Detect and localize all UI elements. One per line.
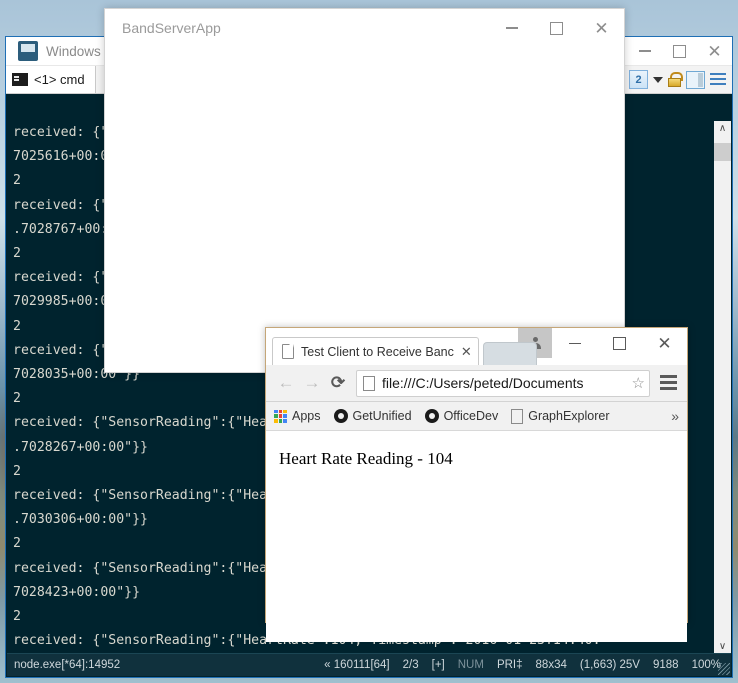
status-tabs: 2/3 (402, 659, 419, 671)
conemu-tab-label: <1> cmd (34, 72, 85, 87)
apps-grid-icon (274, 409, 287, 423)
chrome-toolbar[interactable]: ← → ⟳ file:///C:/Users/peted/Documents ☆ (266, 365, 687, 402)
status-plus: [+] (431, 659, 445, 671)
chrome-maximize-button[interactable] (597, 328, 642, 359)
forward-arrow-icon[interactable]: → (299, 370, 325, 396)
status-num: NUM (457, 659, 484, 671)
conemu-window-controls: ✕ (627, 37, 732, 65)
hamburger-menu-icon[interactable] (710, 73, 726, 86)
conemu-status-bar: node.exe[*64]:14952 « 160111[64] 2/3 [+]… (7, 653, 731, 676)
bookmark-label: OfficeDev (443, 409, 499, 423)
chrome-close-button[interactable]: ✕ (642, 328, 687, 359)
scroll-down-arrow-icon[interactable]: ∨ (719, 639, 726, 654)
bandserverapp-window-title: BandServerApp (122, 20, 221, 36)
bandserverapp-title-bar[interactable]: BandServerApp ✕ (105, 9, 624, 47)
conemu-toolbar[interactable]: 2 (624, 66, 732, 93)
conemu-close-button[interactable]: ✕ (697, 37, 732, 65)
console-scrollbar-thumb[interactable] (714, 143, 731, 161)
bookmark-officedev[interactable]: OfficeDev (424, 409, 499, 423)
page-icon (511, 408, 524, 424)
lock-icon[interactable] (668, 72, 683, 87)
chrome-tab[interactable]: Test Client to Receive Banc ✕ (272, 337, 479, 365)
chrome-page-content: Heart Rate Reading - 104 (266, 431, 687, 642)
scroll-up-arrow-icon[interactable]: ∧ (719, 121, 726, 136)
github-icon (333, 409, 348, 423)
status-pri: PRI‡ (496, 659, 523, 671)
conemu-app-icon (18, 41, 38, 61)
conemu-maximize-button[interactable] (662, 37, 697, 65)
heart-rate-reading-text: Heart Rate Reading - 104 (279, 449, 453, 468)
close-icon[interactable]: ✕ (461, 344, 472, 360)
status-size: 88x34 (535, 659, 567, 671)
conemu-tab-cmd[interactable]: <1> cmd (6, 66, 96, 93)
bandserverapp-window-controls: ✕ (489, 9, 624, 47)
chrome-window-controls: ✕ (518, 328, 687, 359)
chrome-title-bar[interactable]: ✕ Test Client to Receive Banc ✕ (266, 328, 687, 365)
page-icon (282, 344, 294, 359)
bookmark-label: Apps (292, 409, 321, 423)
zoom-level-button[interactable]: 2 (629, 70, 648, 89)
reload-icon[interactable]: ⟳ (325, 370, 351, 396)
console-icon (12, 73, 28, 86)
status-handles: 9188 (652, 659, 679, 671)
chrome-browser-window[interactable]: ✕ Test Client to Receive Banc ✕ ← → ⟳ fi… (265, 327, 688, 642)
bookmark-label: GetUnified (352, 409, 412, 423)
chrome-tab-title: Test Client to Receive Banc (301, 344, 454, 359)
bandserverapp-minimize-button[interactable] (489, 9, 534, 47)
bandserverapp-maximize-button[interactable] (534, 9, 579, 47)
bookmarks-overflow-icon[interactable]: » (671, 408, 679, 424)
panel-icon[interactable] (686, 70, 705, 89)
address-bar[interactable]: file:///C:/Users/peted/Documents ☆ (356, 369, 650, 397)
status-cursor: (1,663) 25V (579, 659, 640, 671)
bookmark-label: GraphExplorer (528, 409, 610, 423)
address-bar-url: file:///C:/Users/peted/Documents (382, 375, 584, 391)
status-build: « 160111[64] (324, 659, 390, 671)
bookmark-graphexplorer[interactable]: GraphExplorer (511, 408, 610, 424)
back-arrow-icon[interactable]: ← (273, 370, 299, 396)
chrome-menu-icon[interactable] (658, 375, 680, 391)
status-zoom: 100% (691, 659, 721, 671)
bandserverapp-close-button[interactable]: ✕ (579, 9, 624, 47)
chrome-minimize-button[interactable] (552, 328, 597, 359)
bandserverapp-content-area (105, 47, 624, 372)
github-icon (424, 409, 439, 423)
conemu-minimize-button[interactable] (627, 37, 662, 65)
bookmark-star-icon[interactable]: ☆ (632, 374, 645, 392)
page-icon (363, 375, 375, 391)
resize-grip[interactable] (718, 663, 730, 675)
console-scrollbar[interactable]: ∧ ∨ (714, 121, 731, 654)
bookmark-apps[interactable]: Apps (274, 409, 321, 423)
bookmarks-bar[interactable]: Apps GetUnified OfficeDev GraphExplorer … (266, 402, 687, 431)
status-process: node.exe[*64]:14952 (14, 659, 121, 671)
bandserverapp-window[interactable]: BandServerApp ✕ (104, 8, 625, 373)
bookmark-getunified[interactable]: GetUnified (333, 409, 412, 423)
chrome-new-tab-button[interactable] (482, 342, 537, 365)
chevron-down-icon[interactable] (653, 76, 663, 83)
chrome-tab-strip[interactable]: Test Client to Receive Banc ✕ (266, 337, 537, 365)
